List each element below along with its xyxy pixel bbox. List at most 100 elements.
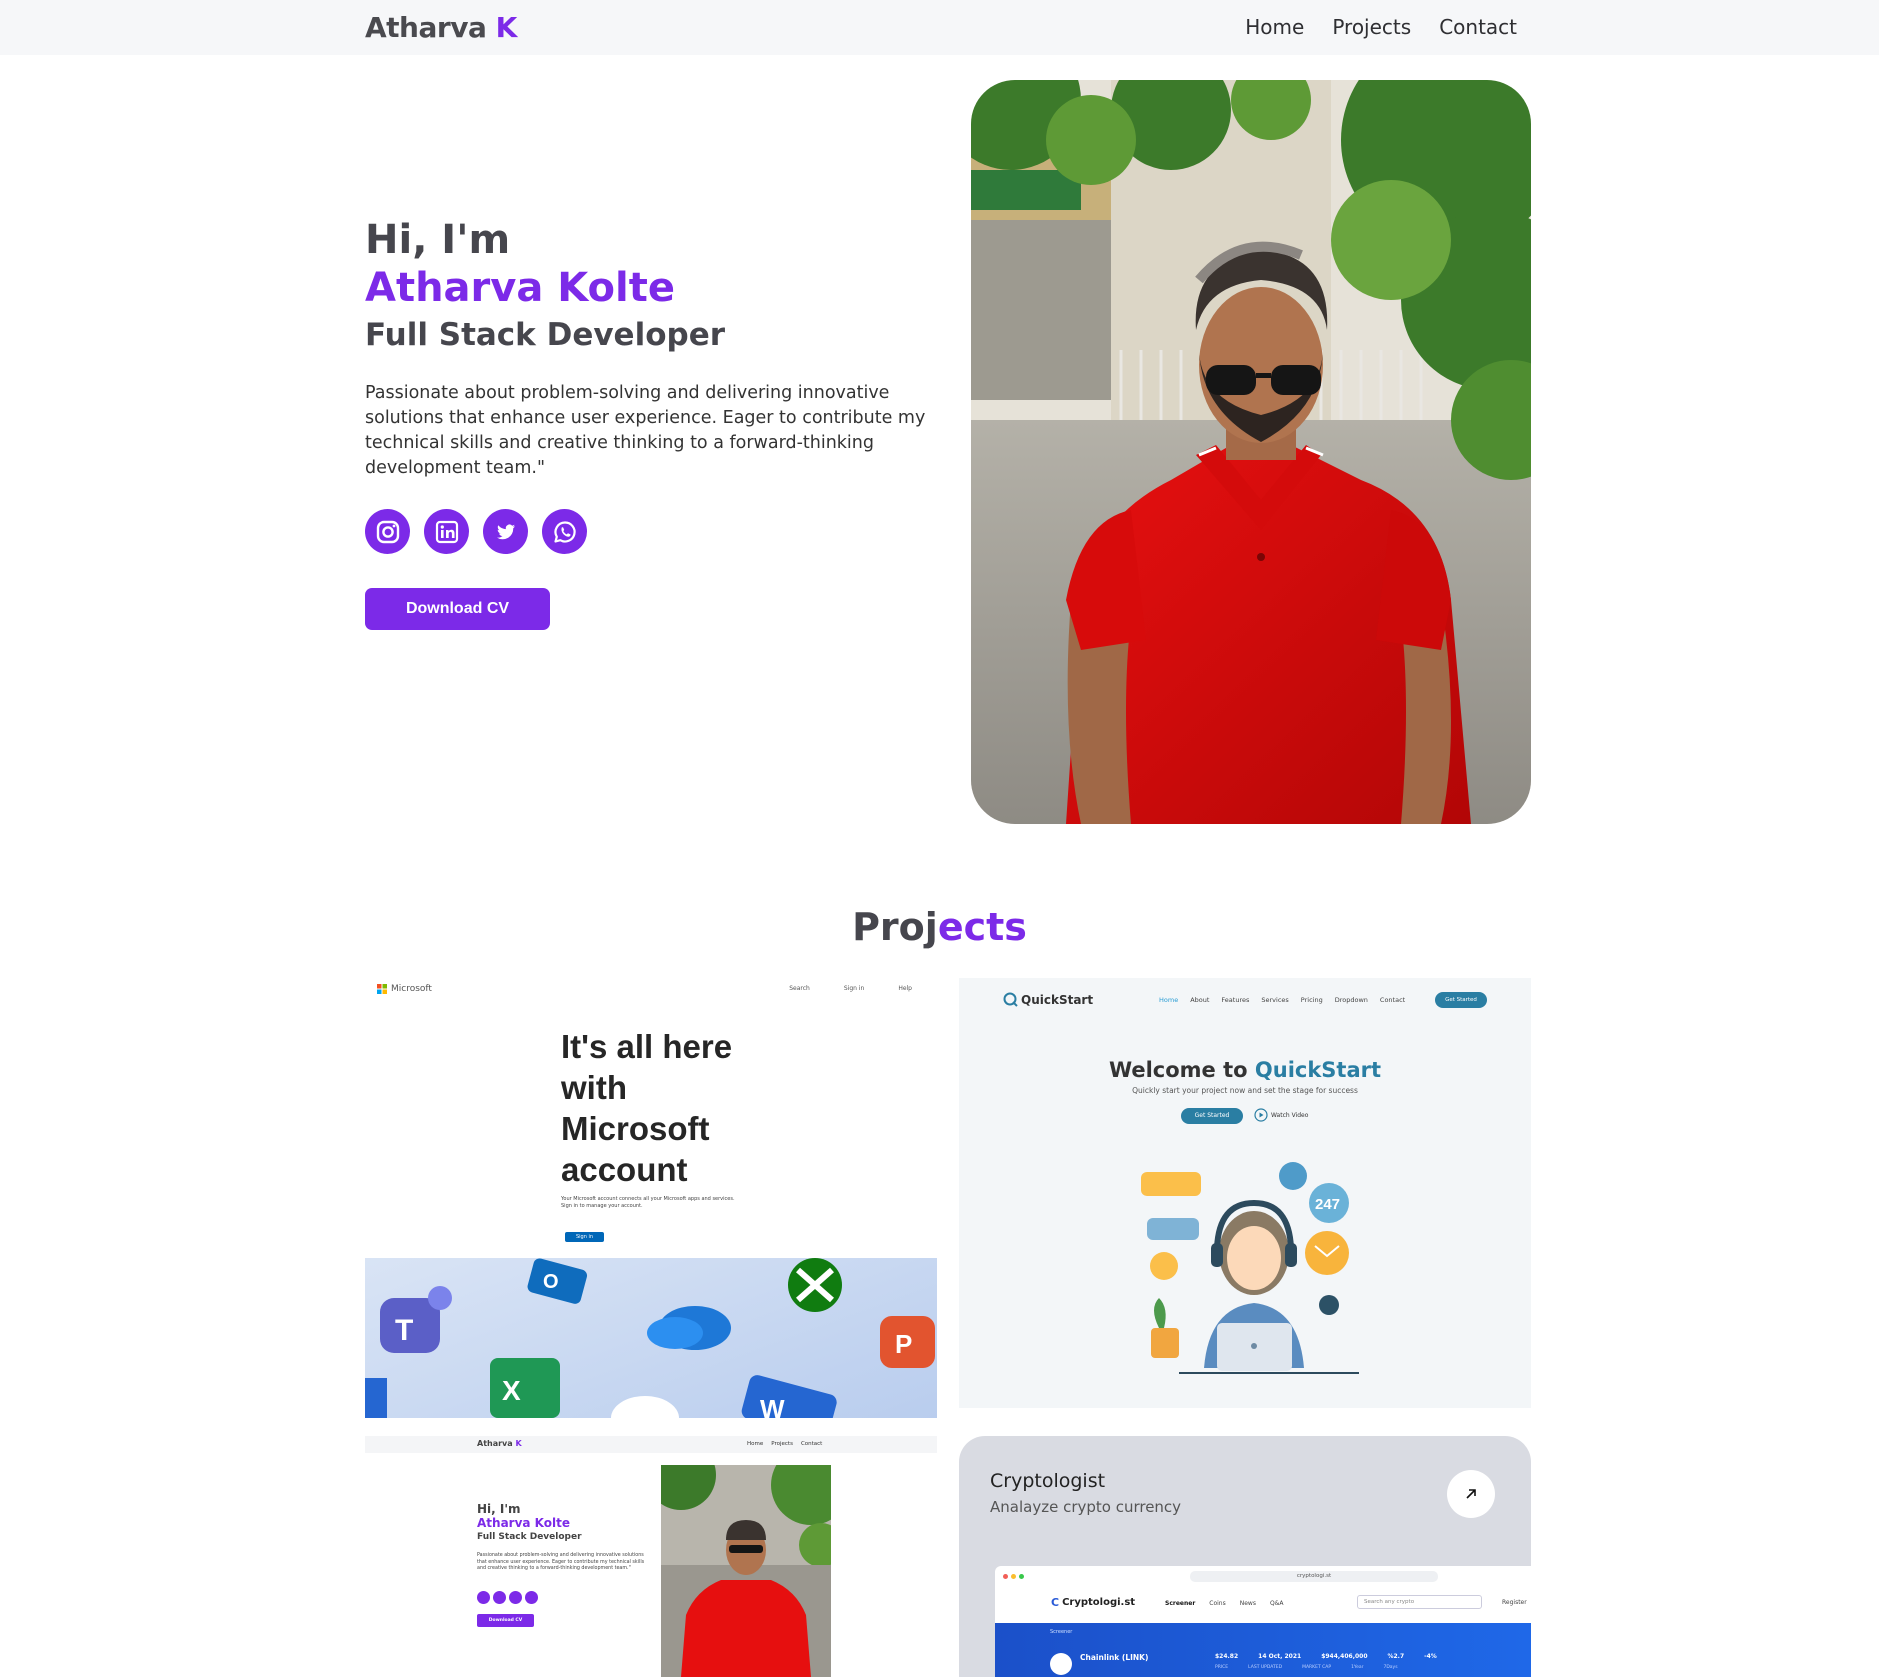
crypto-nav-news: News (1239, 1600, 1256, 1607)
word-icon: W (741, 1375, 837, 1418)
projects-title: Projects (0, 905, 1879, 949)
microsoft-logo-icon (377, 984, 387, 994)
nav-projects[interactable]: Projects (1332, 15, 1411, 39)
qs-badge-247: 247 (1315, 1196, 1340, 1213)
pf-nav: Home Projects Contact (747, 1441, 822, 1447)
qs-logo: QuickStart (1003, 992, 1093, 1007)
brand-logo[interactable]: Atharva K (365, 11, 517, 44)
crypto-logo: C Cryptologi.st (1051, 1596, 1136, 1609)
crypto-label-7d: 7Days (1383, 1665, 1398, 1670)
qs-nav-home: Home (1159, 996, 1179, 1004)
projects-title-b: ects (937, 905, 1027, 949)
pf-brand: Atharva K (477, 1439, 522, 1448)
qs-get-started-button: Get Started (1181, 1108, 1243, 1124)
top-navbar: Atharva K Home Projects Contact (0, 0, 1879, 55)
quickstart-logo-icon (1003, 992, 1018, 1007)
teams-icon: T (380, 1286, 452, 1353)
crypto-browser-mockup: cryptologi.st C Cryptologi.st Screener C… (995, 1566, 1531, 1677)
svg-text:T: T (395, 1314, 413, 1347)
crypto-hero-band: Screener Chainlink (LINK) $24.82 14 Oct,… (995, 1623, 1531, 1677)
crypto-label-mcap: MARKET CAP (1302, 1665, 1332, 1670)
pf-role: Full Stack Developer (477, 1532, 582, 1542)
hero-name: Atharva Kolte (365, 265, 675, 311)
crypto-coin-name: Chainlink (LINK) (1080, 1653, 1149, 1662)
pf-brand-last: K (515, 1439, 522, 1448)
excel-icon: X (490, 1358, 560, 1418)
whatsapp-link[interactable] (542, 509, 587, 554)
crypto-nav-screener: Screener (1165, 1600, 1196, 1607)
crypto-nav: Screener Coins News Q&A (1165, 1600, 1283, 1607)
ms-nav-help: Help (898, 985, 912, 992)
ms-nav-signin: Sign in (843, 985, 865, 992)
linkedin-icon (435, 520, 458, 543)
crypto-title: Cryptologist (990, 1470, 1106, 1492)
twitter-icon (496, 524, 515, 539)
qs-subtext: Quickly start your project now and set t… (1132, 1086, 1358, 1095)
pf-brand-first: Atharva (477, 1439, 513, 1448)
qs-nav-dropdown: Dropdown (1334, 996, 1368, 1004)
pf-socials (477, 1591, 538, 1604)
qs-watch-video-label: Watch Video (1271, 1111, 1309, 1119)
qs-logo-text: QuickStart (1021, 992, 1094, 1007)
svg-text:P: P (895, 1329, 912, 1359)
crypto-nav-qa: Q&A (1269, 1600, 1284, 1607)
projects-title-a: Proj (852, 905, 938, 949)
main-nav: Home Projects Contact (1245, 15, 1517, 39)
whatsapp-icon (553, 520, 576, 543)
pf-navbar (365, 1436, 937, 1453)
instagram-link[interactable] (365, 509, 410, 554)
project-card-portfolio[interactable]: Atharva K Home Projects Contact Hi, I'm … (365, 1436, 937, 1677)
pf-nav-projects: Projects (771, 1441, 793, 1447)
hero-text: Hi, I'm Atharva Kolte Full Stack Develop… (365, 215, 945, 481)
linkedin-link[interactable] (424, 509, 469, 554)
pf-bio: Passionate about problem-solving and del… (477, 1553, 645, 1571)
pf-nav-contact: Contact (800, 1441, 823, 1447)
nav-home[interactable]: Home (1245, 15, 1304, 39)
qs-headline-b: QuickStart (1254, 1058, 1382, 1082)
ms-logo-text: Microsoft (391, 984, 432, 994)
pf-download-cv: Download CV (477, 1614, 534, 1627)
crypto-register: Register (1502, 1599, 1527, 1606)
pf-nav-home: Home (747, 1441, 764, 1447)
qs-nav-contact: Contact (1379, 996, 1406, 1004)
crypto-1y: %2.7 (1387, 1653, 1405, 1660)
powerpoint-icon: P (880, 1316, 935, 1368)
pf-name: Atharva Kolte (477, 1516, 570, 1530)
crypto-breadcrumb: Screener (1050, 1629, 1073, 1635)
nav-contact[interactable]: Contact (1439, 15, 1517, 39)
qs-nav-features: Features (1221, 996, 1250, 1004)
qs-nav: Home About Features Services Pricing Dro… (1159, 996, 1405, 1004)
hero-bio: Passionate about problem-solving and del… (365, 383, 926, 478)
instagram-icon (376, 520, 399, 543)
crypto-label-updated: LAST UPDATED (1248, 1665, 1283, 1670)
svg-text:W: W (760, 1394, 785, 1418)
ms-nav: Search Sign in Help (789, 985, 912, 992)
outlook-icon: O (527, 1258, 588, 1304)
project-card-microsoft[interactable]: Microsoft Search Sign in Help It's all h… (365, 978, 937, 1418)
qs-watch-video: Watch Video (1254, 1108, 1308, 1122)
download-cv-button[interactable]: Download CV (365, 588, 550, 630)
hero-role: Full Stack Developer (365, 317, 726, 353)
pf-greeting: Hi, I'm (477, 1502, 521, 1516)
xbox-icon (788, 1258, 842, 1312)
pf-profile-photo (661, 1465, 831, 1677)
crypto-search-input: Search any crypto (1357, 1595, 1482, 1609)
crypto-nav-coins: Coins (1209, 1600, 1226, 1607)
ms-logo: Microsoft (377, 984, 432, 994)
ms-subtext: Your Microsoft account connects all your… (561, 1196, 735, 1209)
qs-headline-a: Welcome to (1108, 1058, 1248, 1082)
crypto-7d: -4% (1424, 1653, 1437, 1660)
hero-greeting: Hi, I'm (365, 217, 511, 263)
twitter-link[interactable] (483, 509, 528, 554)
project-card-quickstart[interactable]: QuickStart Home About Features Services … (959, 978, 1531, 1408)
crypto-subtitle: Analayze crypto currency (990, 1498, 1182, 1516)
crypto-market-cap: $944,406,000 (1321, 1653, 1368, 1660)
crypto-open-button[interactable] (1447, 1470, 1495, 1518)
project-card-cryptologist[interactable]: Cryptologist Analayze crypto currency cr… (959, 1436, 1531, 1677)
pf-twitter-icon (509, 1591, 522, 1604)
pf-linkedin-icon (493, 1591, 506, 1604)
qs-headline: Welcome to QuickStart (959, 1058, 1531, 1082)
svg-text:X: X (502, 1375, 521, 1406)
brand-last: K (495, 11, 518, 44)
onedrive-icon (647, 1306, 731, 1350)
